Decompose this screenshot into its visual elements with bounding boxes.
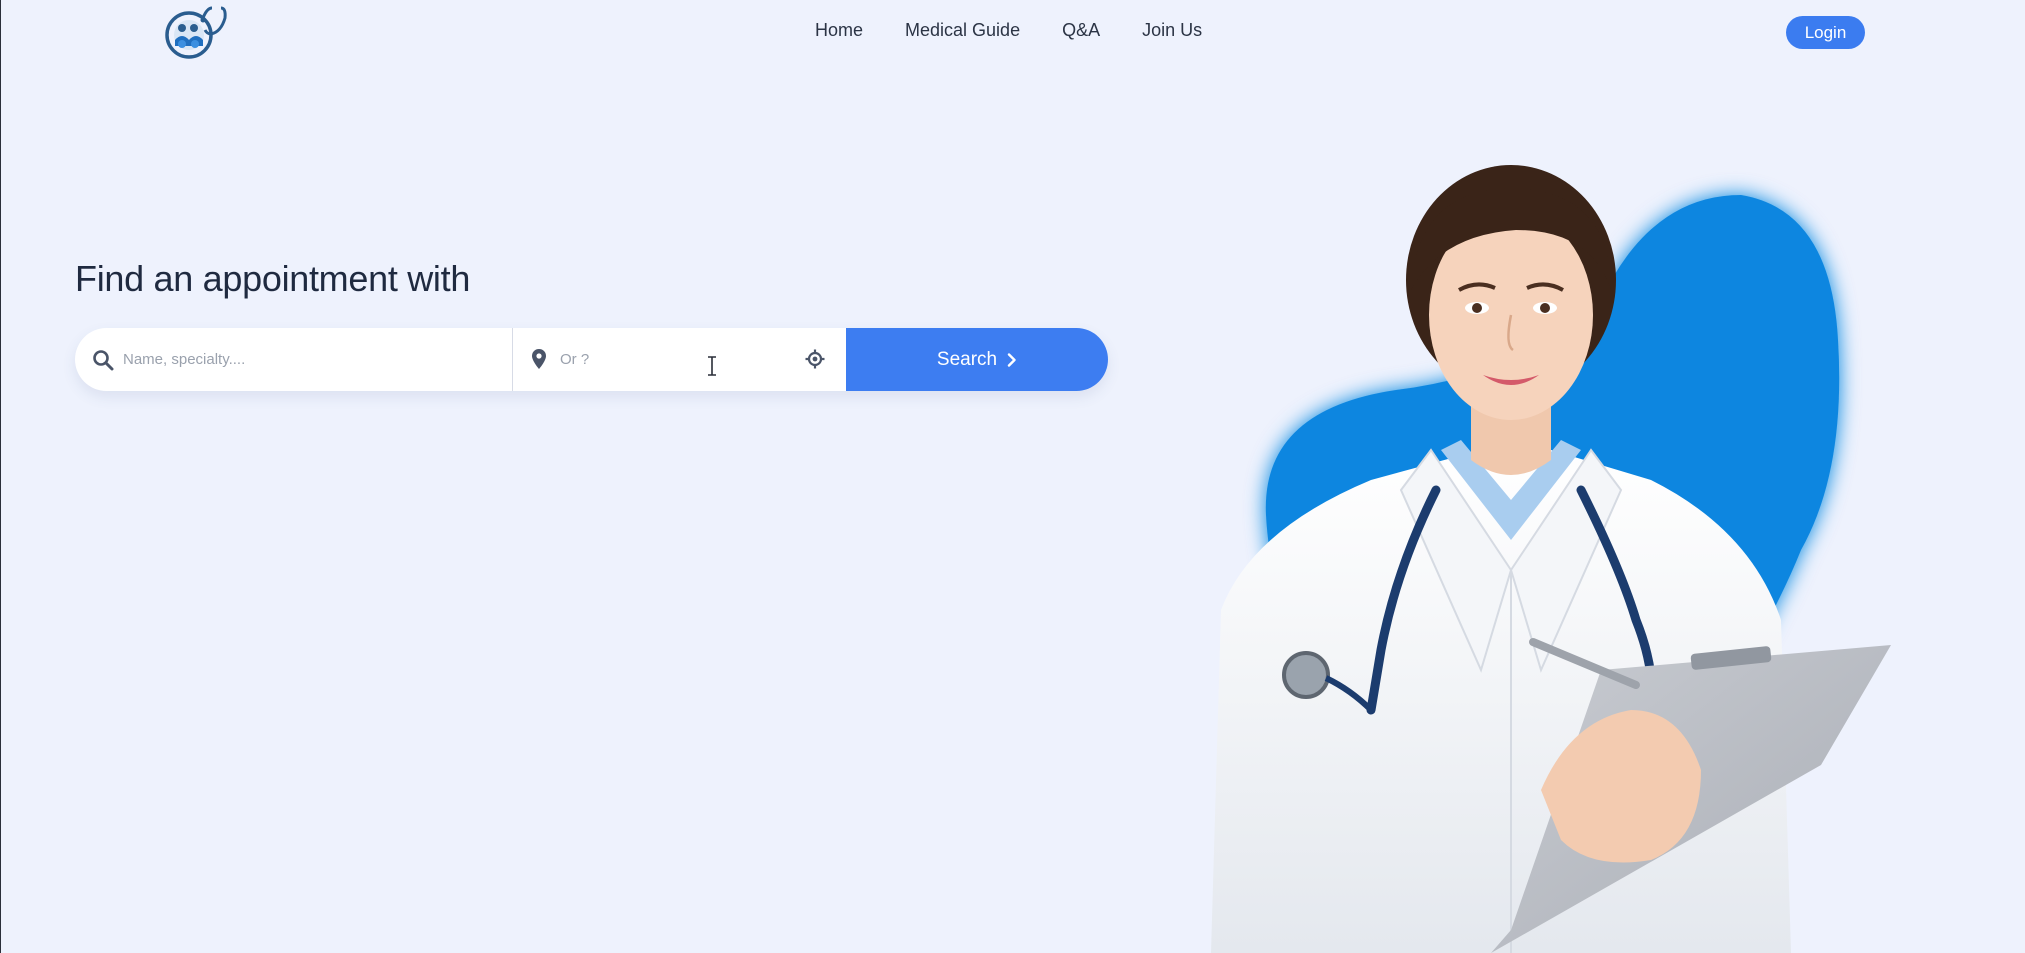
search-button-label: Search [936, 348, 998, 370]
location-pin-icon [532, 349, 546, 369]
nav-qa[interactable]: Q&A [1062, 20, 1100, 41]
logo-icon[interactable] [163, 4, 229, 62]
search-bar: Search [75, 328, 1108, 391]
name-search-segment [75, 328, 513, 391]
hero-title: Find an appointment with [75, 258, 471, 299]
main-nav: Home Medical Guide Q&A Join Us [815, 20, 1202, 41]
name-specialty-input[interactable] [123, 328, 493, 391]
nav-home[interactable]: Home [815, 20, 863, 41]
page: Home Medical Guide Q&A Join Us Login Fin… [0, 0, 2025, 953]
chevron-right-icon [1007, 352, 1016, 367]
location-segment [513, 328, 846, 391]
nav-medical-guide[interactable]: Medical Guide [905, 20, 1020, 41]
doctor-illustration [1211, 165, 1891, 953]
location-input[interactable] [560, 328, 790, 391]
text-cursor-icon [708, 356, 716, 376]
nav-join-us[interactable]: Join Us [1142, 20, 1202, 41]
locate-target-icon[interactable] [805, 349, 825, 369]
search-button[interactable]: Search [846, 328, 1108, 391]
search-icon [93, 350, 114, 371]
login-button[interactable]: Login [1786, 16, 1865, 49]
